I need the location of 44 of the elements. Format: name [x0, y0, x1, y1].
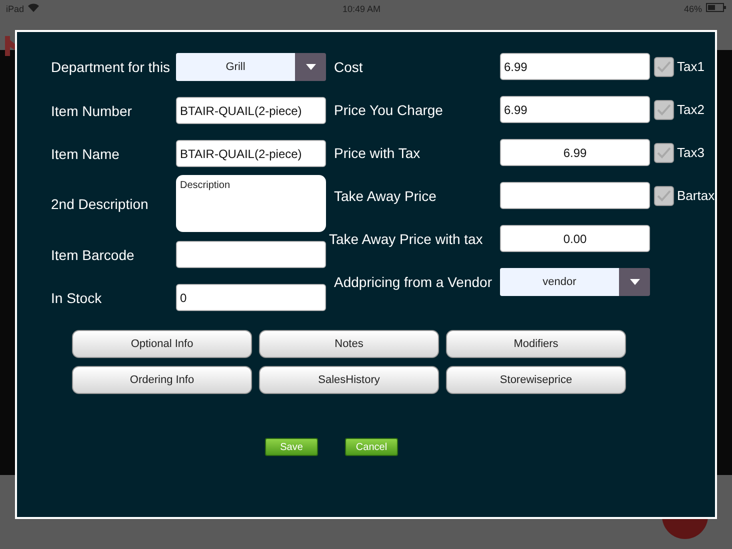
field-label: Item Name: [51, 146, 120, 162]
input-field[interactable]: BTAIR-QUAIL(2-piece): [176, 97, 326, 124]
dropdown-caret-icon: [306, 64, 316, 70]
description-field[interactable]: Description: [176, 175, 326, 232]
field-label: 2nd Description: [51, 196, 150, 212]
input-field[interactable]: BTAIR-QUAIL(2-piece): [176, 140, 326, 167]
field-label: In Stock: [51, 290, 103, 306]
field-label: Cost: [334, 58, 364, 74]
section-button[interactable]: Ordering Info: [72, 366, 252, 394]
tax-checkbox[interactable]: [654, 100, 674, 120]
section-button[interactable]: Notes: [259, 330, 439, 358]
tax-checkbox[interactable]: [654, 186, 674, 206]
tax-checkbox[interactable]: [654, 56, 674, 76]
input-field[interactable]: 6.99: [500, 96, 650, 123]
section-button[interactable]: SalesHistory: [259, 366, 439, 394]
logo-icon: [5, 36, 15, 56]
input-field[interactable]: [500, 182, 650, 209]
field-label: Take Away Price with tax: [329, 230, 484, 246]
field-label: Item Number: [51, 102, 133, 118]
wifi-icon: [28, 3, 40, 12]
status-time: 10:49 AM: [342, 3, 381, 15]
field-label: Department for this: [51, 59, 172, 75]
tax-label: Tax2: [677, 102, 704, 117]
tax-label: Tax3: [677, 145, 704, 160]
section-button[interactable]: Optional Info: [72, 330, 252, 358]
tax-label: Bartax: [677, 188, 715, 203]
field-label: Price with Tax: [334, 144, 422, 160]
section-button[interactable]: Modifiers: [446, 330, 626, 358]
input-field[interactable]: 0: [176, 284, 326, 311]
input-field[interactable]: 0.00: [500, 225, 650, 252]
device-name: iPad: [6, 3, 24, 15]
battery-icon: [706, 3, 726, 12]
input-field[interactable]: 6.99: [500, 53, 650, 80]
input-field[interactable]: 6.99: [500, 139, 650, 166]
tax-checkbox[interactable]: [654, 142, 674, 162]
field-label: Price You Charge: [334, 102, 444, 118]
input-field[interactable]: [176, 241, 326, 268]
tax-label: Tax1: [677, 59, 704, 74]
section-button[interactable]: Storewiseprice: [446, 366, 626, 394]
dropdown-caret-icon: [630, 279, 640, 285]
battery-percent: 46%: [684, 3, 702, 15]
field-label: Take Away Price: [334, 188, 438, 204]
field-label: Addpricing from a Vendor: [334, 274, 493, 290]
field-label: Item Barcode: [51, 246, 136, 262]
